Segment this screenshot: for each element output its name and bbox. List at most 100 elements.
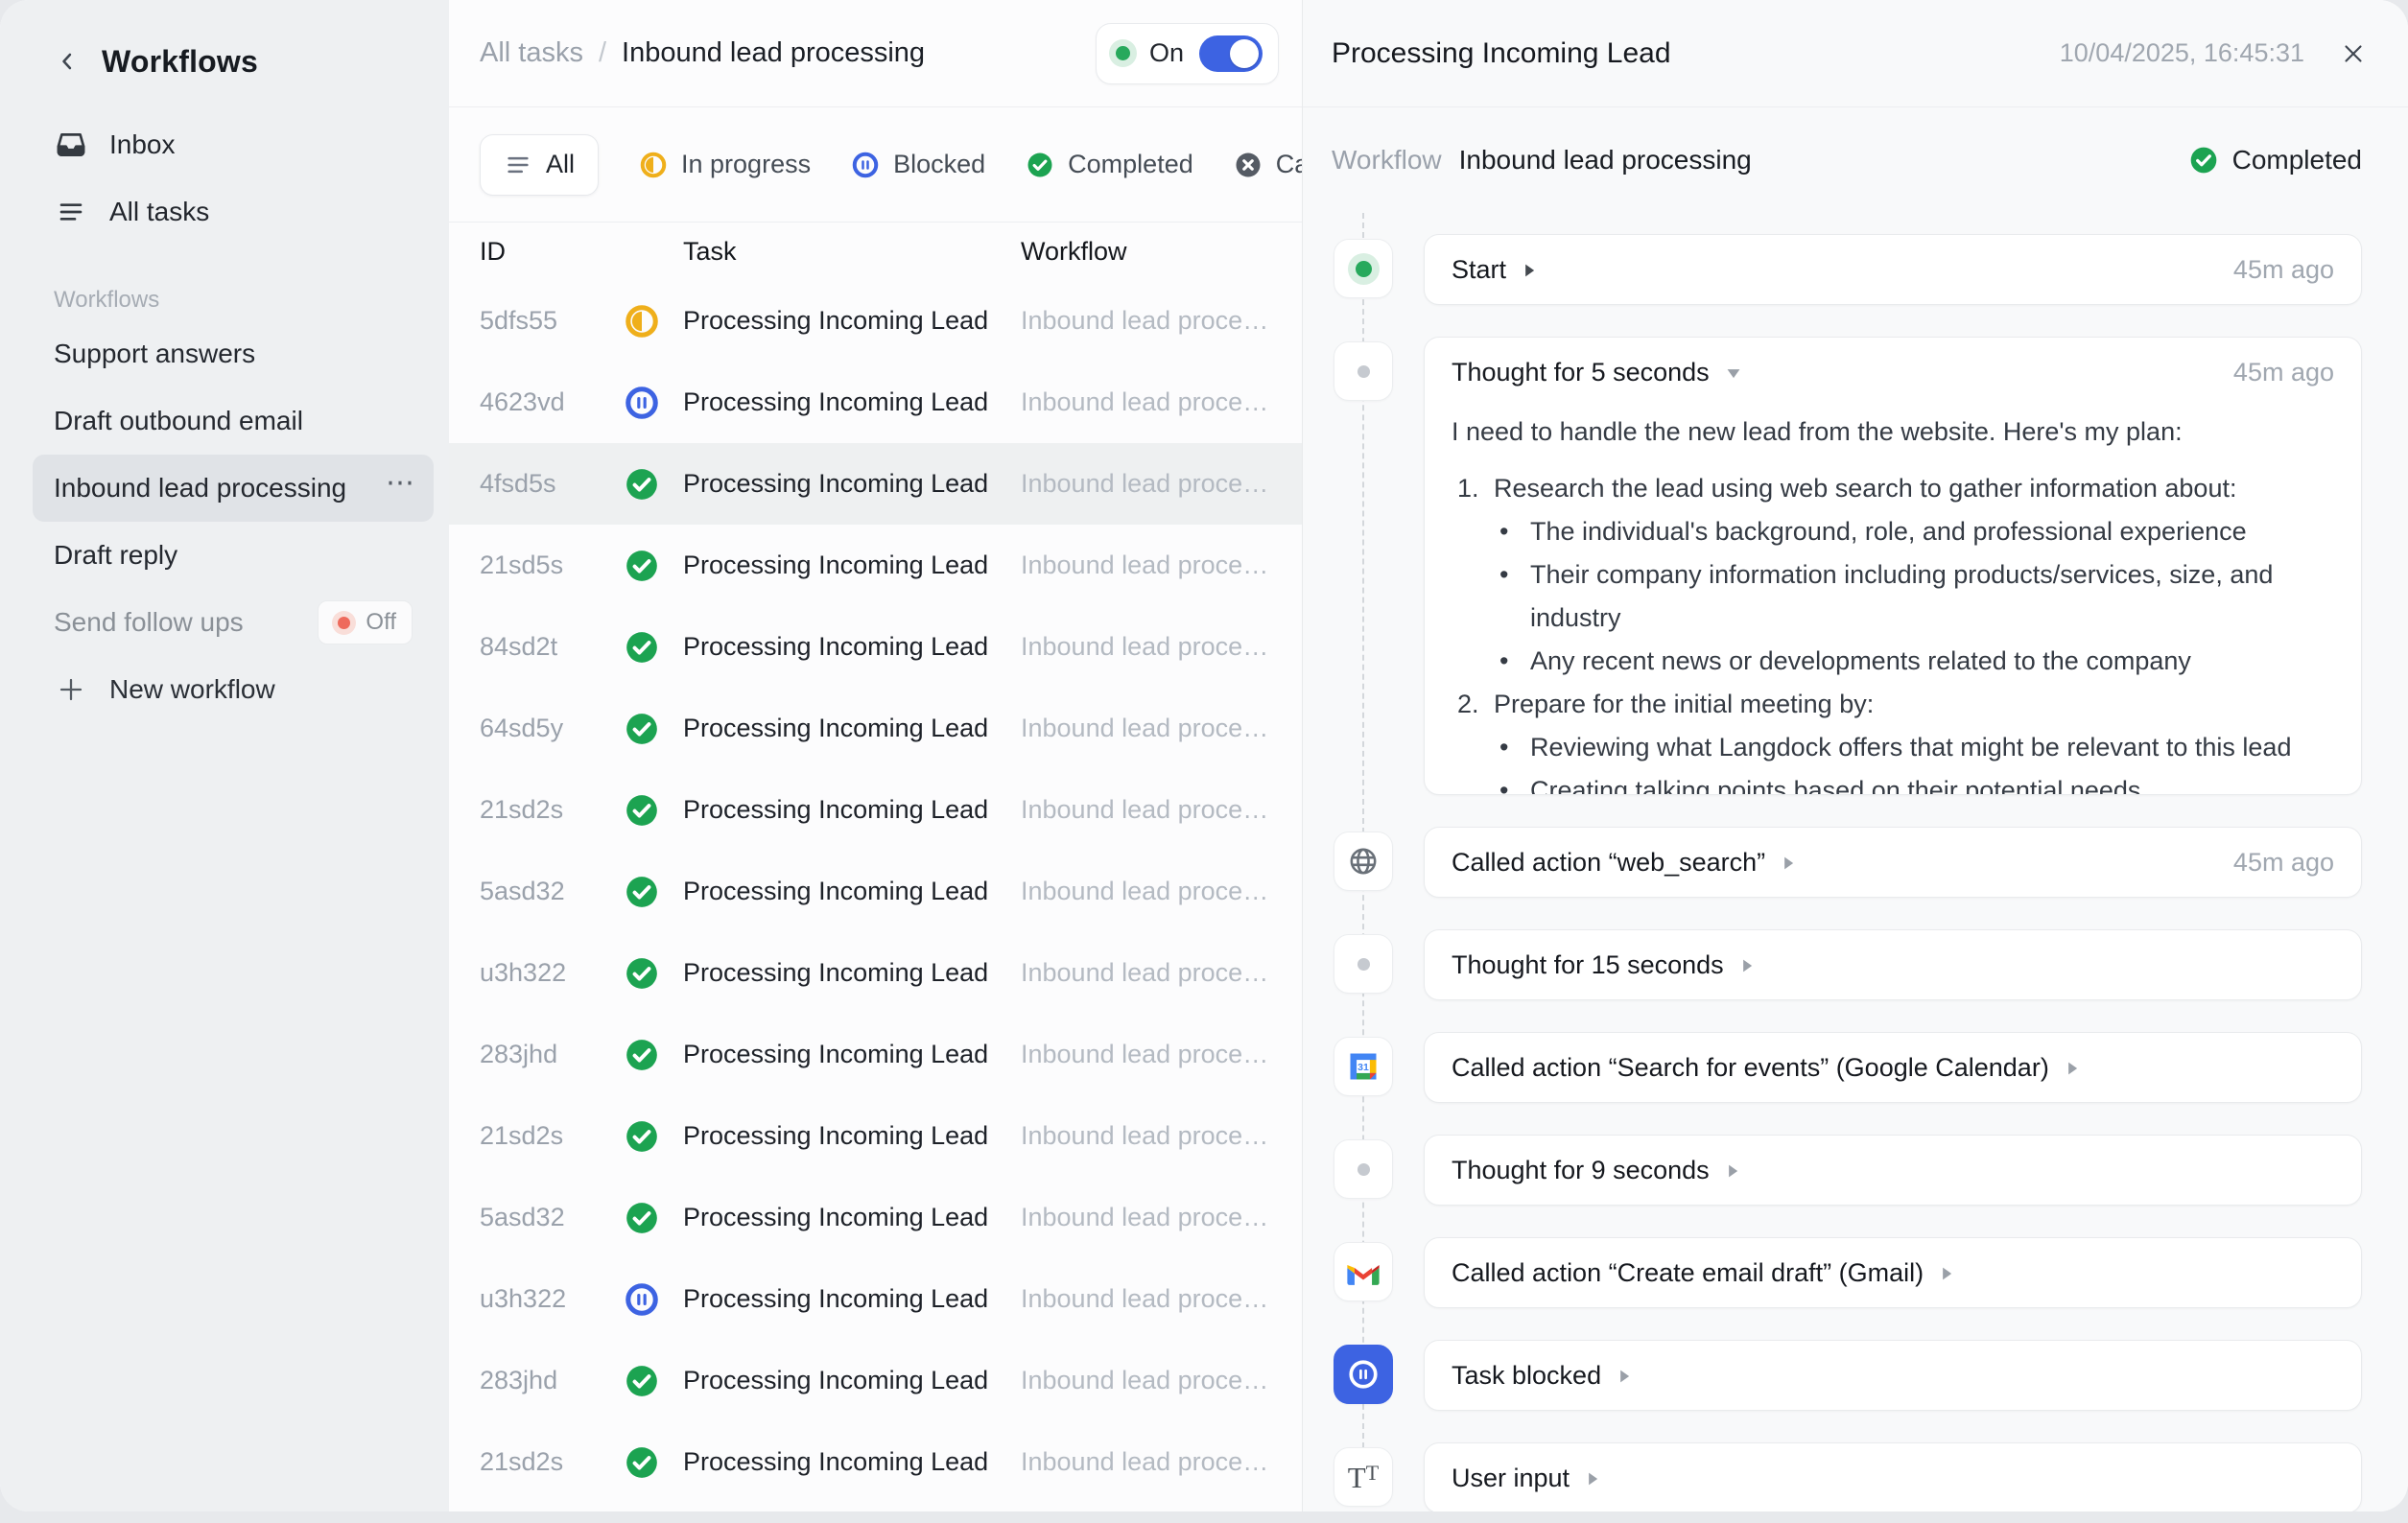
chevron-right-icon: [1725, 1162, 1740, 1180]
table-row[interactable]: 21sd5sProcessing Incoming LeadInbound le…: [449, 525, 1302, 606]
table-row[interactable]: 5asd32Processing Incoming LeadInbound le…: [449, 851, 1302, 932]
table-row[interactable]: u3h322Processing Incoming LeadInbound le…: [449, 1258, 1302, 1340]
sidebar-nav: InboxAll tasks: [0, 111, 449, 246]
timeline-step-badge: [1334, 934, 1393, 994]
thought-bullet-item: •The individual's background, role, and …: [1452, 510, 2334, 553]
filter-tab-cancelled[interactable]: Cancelled: [1234, 150, 1302, 179]
table-row[interactable]: 4623vdProcessing Incoming LeadInbound le…: [449, 362, 1302, 443]
timeline-card-called-action-web-search[interactable]: Called action “web_search”45m ago: [1424, 827, 2362, 898]
table-body: 5dfs55Processing Incoming LeadInbound le…: [449, 280, 1302, 1503]
sidebar-item-inbound-lead-processing[interactable]: Inbound lead processing⋯: [33, 455, 434, 522]
timeline-card-thought-for-9-seconds[interactable]: Thought for 9 seconds: [1424, 1135, 2362, 1206]
page-title: Workflows: [102, 44, 258, 80]
new-workflow-button[interactable]: New workflow: [0, 656, 449, 723]
chevron-right-icon: [2065, 1060, 2080, 1077]
bullet-text: The individual's background, role, and p…: [1530, 510, 2247, 553]
off-dot-icon: [338, 617, 350, 629]
detail-timestamp: 10/04/2025, 16:45:31: [2060, 38, 2304, 68]
app-window: Workflows InboxAll tasks Workflows Suppo…: [0, 0, 2408, 1511]
table-row[interactable]: u3h322Processing Incoming LeadInbound le…: [449, 932, 1302, 1014]
timeline-card-called-action-create-email-draft-gmail[interactable]: Called action “Create email draft” (Gmai…: [1424, 1237, 2362, 1308]
completed-icon: [624, 1363, 683, 1399]
table-row[interactable]: 5asd32Processing Incoming LeadInbound le…: [449, 1177, 1302, 1258]
chevron-right-icon: [1522, 262, 1537, 279]
timeline-card-start[interactable]: Start45m ago: [1424, 234, 2362, 305]
more-options-icon[interactable]: ⋯: [386, 483, 416, 493]
table-row[interactable]: 21sd2sProcessing Incoming LeadInbound le…: [449, 769, 1302, 851]
task-name: Processing Incoming Lead: [683, 387, 1021, 417]
filter-tab-blocked[interactable]: Blocked: [851, 150, 985, 179]
timeline-timestamp: 45m ago: [2233, 848, 2334, 878]
table-row[interactable]: 84sd2tProcessing Incoming LeadInbound le…: [449, 606, 1302, 688]
bullet-text: Reviewing what Langdock offers that migh…: [1530, 726, 2291, 769]
chevron-left-icon: [54, 48, 81, 75]
task-workflow: Inbound lead processing: [1021, 1447, 1271, 1477]
filter-tab-in-progress[interactable]: In progress: [639, 150, 811, 179]
task-workflow: Inbound lead processing: [1021, 958, 1271, 988]
timeline-card-header: Thought for 5 seconds45m ago: [1425, 338, 2361, 407]
toggle-switch[interactable]: [1199, 35, 1263, 72]
timeline-card-header: User input: [1425, 1443, 2361, 1511]
detail-panel: Processing Incoming Lead 10/04/2025, 16:…: [1303, 0, 2408, 1511]
filter-label: In progress: [681, 150, 811, 179]
timeline-card-thought-for-5-seconds[interactable]: Thought for 5 seconds45m agoI need to ha…: [1424, 337, 2362, 795]
thought-dot-icon: [1357, 1163, 1370, 1176]
sidebar-workflow-list: Support answersDraft outbound emailInbou…: [0, 320, 449, 656]
toggle-knob: [1230, 39, 1259, 68]
filter-tab-completed[interactable]: Completed: [1026, 150, 1193, 179]
timeline-card-header: Thought for 9 seconds: [1425, 1136, 2361, 1205]
thought-list-item: 2.Prepare for the initial meeting by:: [1452, 683, 2334, 726]
table-row[interactable]: 283jhdProcessing Incoming LeadInbound le…: [449, 1340, 1302, 1421]
timeline-card-header: Called action “Create email draft” (Gmai…: [1425, 1238, 2361, 1307]
task-id: u3h322: [480, 1284, 624, 1314]
task-id: 283jhd: [480, 1040, 624, 1069]
task-name: Processing Incoming Lead: [683, 1447, 1021, 1477]
table-row[interactable]: 5dfs55Processing Incoming LeadInbound le…: [449, 280, 1302, 362]
list-number: 1.: [1457, 467, 1494, 510]
tasks-header: All tasks / Inbound lead processing On: [449, 0, 1302, 107]
sidebar-item-draft-reply[interactable]: Draft reply: [33, 522, 434, 589]
completed-icon: [624, 466, 683, 503]
workflow-on-toggle[interactable]: On: [1096, 23, 1279, 84]
task-name: Processing Incoming Lead: [683, 877, 1021, 906]
timeline-item-called-action-create-email-draft-gmail: Called action “Create email draft” (Gmai…: [1303, 1237, 2408, 1308]
task-name: Processing Incoming Lead: [683, 469, 1021, 499]
plus-icon: [54, 675, 88, 704]
timeline-card-title: Called action “Create email draft” (Gmai…: [1452, 1258, 1924, 1288]
sidebar-item-inbox[interactable]: Inbox: [0, 111, 449, 178]
sidebar-item-send-follow-ups[interactable]: Send follow upsOff: [33, 589, 434, 656]
list-icon: [504, 151, 532, 179]
sidebar-item-all-tasks[interactable]: All tasks: [0, 178, 449, 246]
detail-workflow-row: Workflow Inbound lead processing Complet…: [1303, 107, 2408, 213]
timeline-card-task-blocked[interactable]: Task blocked: [1424, 1340, 2362, 1411]
task-workflow: Inbound lead processing: [1021, 1040, 1271, 1069]
back-button[interactable]: [54, 48, 81, 75]
breadcrumb-current: Inbound lead processing: [622, 37, 925, 69]
sidebar-item-support-answers[interactable]: Support answers: [33, 320, 434, 387]
task-name: Processing Incoming Lead: [683, 958, 1021, 988]
timeline-card-user-input[interactable]: User input: [1424, 1442, 2362, 1511]
inbox-icon: [54, 129, 88, 161]
task-name: Processing Incoming Lead: [683, 632, 1021, 662]
chevron-down-icon: [1725, 365, 1742, 381]
timeline-card-called-action-search-for-events-google-calendar[interactable]: Called action “Search for events” (Googl…: [1424, 1032, 2362, 1103]
table-row[interactable]: 4fsd5sProcessing Incoming LeadInbound le…: [449, 443, 1302, 525]
timeline-card-thought-for-15-seconds[interactable]: Thought for 15 seconds: [1424, 929, 2362, 1000]
table-row[interactable]: 21sd2sProcessing Incoming LeadInbound le…: [449, 1095, 1302, 1177]
table-row[interactable]: 283jhdProcessing Incoming LeadInbound le…: [449, 1014, 1302, 1095]
timeline-card-title: Thought for 9 seconds: [1452, 1156, 1710, 1185]
sidebar-item-draft-outbound-email[interactable]: Draft outbound email: [33, 387, 434, 455]
breadcrumb-all-tasks[interactable]: All tasks: [480, 37, 583, 69]
filter-tab-all[interactable]: All: [480, 134, 599, 196]
workflow-item-label: Draft reply: [54, 540, 416, 571]
task-workflow: Inbound lead processing: [1021, 306, 1271, 336]
blocked-icon: [624, 385, 683, 421]
task-id: 21sd2s: [480, 795, 624, 825]
task-workflow: Inbound lead processing: [1021, 877, 1271, 906]
task-name: Processing Incoming Lead: [683, 306, 1021, 336]
table-row[interactable]: 21sd2sProcessing Incoming LeadInbound le…: [449, 1421, 1302, 1503]
user-input-icon: TT: [1348, 1463, 1379, 1492]
table-row[interactable]: 64sd5yProcessing Incoming LeadInbound le…: [449, 688, 1302, 769]
close-button[interactable]: [2333, 34, 2373, 74]
table-header-row: IDTaskWorkflow: [449, 223, 1302, 280]
